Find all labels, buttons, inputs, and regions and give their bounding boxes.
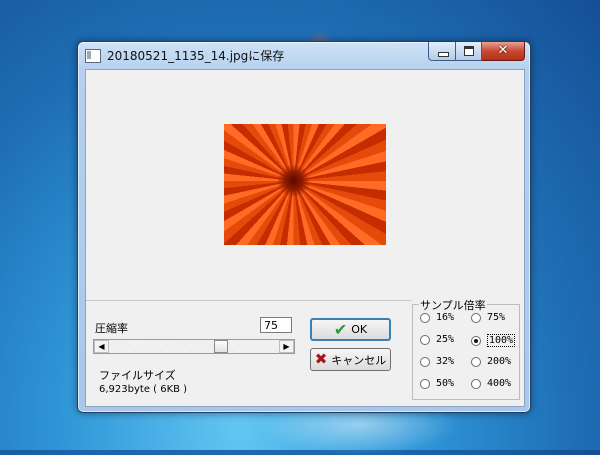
sample-rate-option[interactable]: 200% <box>471 356 511 367</box>
radio-label: 200% <box>487 356 512 367</box>
radio-circle[interactable] <box>471 378 481 389</box>
minimize-icon <box>438 52 449 57</box>
radio-circle[interactable] <box>420 312 430 323</box>
radio-circle[interactable] <box>471 335 481 346</box>
minimize-button[interactable] <box>428 42 456 61</box>
radio-label: 50% <box>436 378 455 389</box>
sample-rate-option[interactable]: 75% <box>471 312 505 323</box>
scroll-left-icon[interactable]: ◀ <box>94 340 109 353</box>
radio-circle[interactable] <box>420 378 430 389</box>
sample-rate-option[interactable]: 25% <box>420 334 454 345</box>
caption-buttons: ✕ <box>428 42 525 61</box>
sample-rate-option[interactable]: 32% <box>420 356 454 367</box>
maximize-button[interactable] <box>456 42 482 61</box>
close-button[interactable]: ✕ <box>482 42 525 61</box>
app-window-icon[interactable] <box>85 49 101 63</box>
maximize-icon <box>464 46 474 56</box>
ok-button[interactable]: ✔ OK <box>310 318 391 341</box>
sample-rate-title: サンプル倍率 <box>419 297 487 313</box>
check-icon: ✔ <box>333 319 348 339</box>
image-preview <box>224 124 386 245</box>
compression-label: 圧縮率 <box>95 322 128 335</box>
radio-circle[interactable] <box>420 334 430 345</box>
ok-label: OK <box>351 323 368 336</box>
sample-rate-option[interactable]: 400% <box>471 378 511 389</box>
file-size-value: 6,923byte ( 6KB ) <box>99 384 188 395</box>
sample-rate-group: サンプル倍率 16% 75% 25% 100% 32% 200% 50% 400% <box>412 297 520 400</box>
cancel-button[interactable]: ✖ キャンセル <box>310 348 391 371</box>
window-title: 20180521_1135_14.jpgに保存 <box>107 49 285 63</box>
sample-rate-option[interactable]: 50% <box>420 378 454 389</box>
save-dialog-window: 20180521_1135_14.jpgに保存 ✕ 圧縮率 75 ◀ ▶ ✔ O… <box>77 41 531 413</box>
radio-label: 75% <box>487 312 506 323</box>
radio-label: 400% <box>487 378 512 389</box>
radio-label: 32% <box>436 356 455 367</box>
x-icon: ✖ <box>314 350 328 368</box>
file-size-label: ファイルサイズ <box>99 369 176 382</box>
sample-rate-option[interactable]: 100% <box>471 334 516 347</box>
compression-slider[interactable]: ◀ ▶ <box>93 339 295 354</box>
slider-thumb[interactable] <box>214 340 229 353</box>
radio-circle[interactable] <box>471 312 481 323</box>
radio-label: 100% <box>487 334 516 347</box>
cancel-label: キャンセル <box>331 353 387 367</box>
scroll-right-icon[interactable]: ▶ <box>279 340 294 353</box>
radio-label: 25% <box>436 334 455 345</box>
radio-circle[interactable] <box>420 356 430 367</box>
settings-panel: 圧縮率 75 ◀ ▶ ✔ OK ✖ キャンセル ファイルサイズ 6,923byt… <box>86 300 412 407</box>
radio-label: 16% <box>436 312 455 323</box>
sample-rate-option[interactable]: 16% <box>420 312 454 323</box>
radio-circle[interactable] <box>471 356 481 367</box>
dialog-client-area: 圧縮率 75 ◀ ▶ ✔ OK ✖ キャンセル ファイルサイズ 6,923byt… <box>85 69 525 407</box>
close-icon: ✕ <box>497 43 509 58</box>
compression-input[interactable]: 75 <box>260 317 292 333</box>
